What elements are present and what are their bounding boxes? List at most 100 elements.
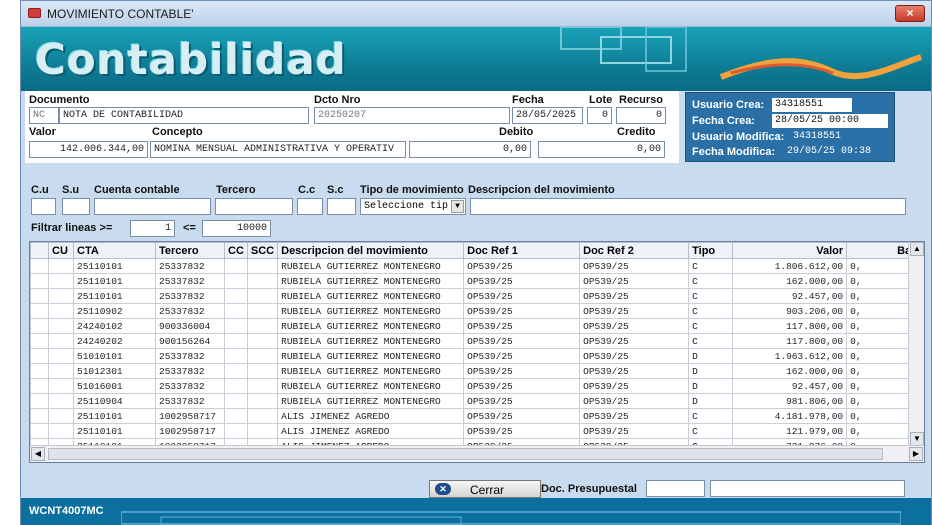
sc-filter-input[interactable]	[327, 198, 356, 215]
cell-cta[interactable]: 24240202	[73, 333, 156, 349]
cell-tipo[interactable]: C	[688, 258, 734, 274]
cc-filter-input[interactable]	[297, 198, 323, 215]
table-row[interactable]: 25110101 25337832 RUBIELA GUTIERREZ MONTEN…	[30, 288, 916, 304]
cell-tercero[interactable]: 25337832	[155, 393, 225, 409]
doc-presupuestal-input[interactable]	[710, 480, 905, 497]
cell-tercero[interactable]: 25337832	[155, 288, 225, 304]
table-row[interactable]: 51012301 25337832 RUBIELA GUTIERREZ MONTEN…	[30, 363, 916, 379]
scroll-right-icon[interactable]: ▶	[909, 447, 923, 461]
cell-valor[interactable]: 903.206,00	[732, 303, 848, 319]
filtrar-hasta-input[interactable]: 10000	[202, 220, 271, 237]
cell-tercero[interactable]: 1002958717	[155, 423, 225, 439]
row-selector-cell[interactable]	[30, 258, 49, 274]
cell-cta[interactable]: 25110101	[73, 273, 156, 289]
cell-tipo[interactable]: C	[688, 288, 734, 304]
cell-descripcion[interactable]: RUBIELA GUTIERREZ MONTENEGRO	[277, 288, 465, 304]
cuenta-filter-input[interactable]	[94, 198, 211, 215]
filtrar-desde-input[interactable]: 1	[130, 220, 175, 237]
cell-scc[interactable]	[246, 273, 279, 289]
scroll-up-icon[interactable]: ▲	[910, 242, 924, 256]
cell-ba[interactable]: 0,	[846, 423, 916, 439]
cell-scc[interactable]	[246, 318, 279, 334]
cell-tipo[interactable]: C	[688, 333, 734, 349]
title-bar[interactable]: MOVIMIENTO CONTABLE' ×	[21, 1, 931, 27]
cell-scc[interactable]	[246, 333, 279, 349]
cell-tercero[interactable]: 900156264	[155, 333, 225, 349]
cell-scc[interactable]	[246, 393, 279, 409]
cell-cu[interactable]	[48, 423, 74, 439]
tercero-filter-input[interactable]	[215, 198, 293, 215]
cell-cta[interactable]: 51016001	[73, 378, 156, 394]
cell-descripcion[interactable]: RUBIELA GUTIERREZ MONTENEGRO	[277, 318, 465, 334]
cell-doc-ref-2[interactable]: OP539/25	[579, 378, 690, 394]
cell-doc-ref-1[interactable]: OP539/25	[463, 318, 581, 334]
movements-grid[interactable]: CU CTA Tercero CC SCC Descripcion del mo…	[29, 241, 925, 463]
cell-cu[interactable]	[48, 258, 74, 274]
cell-doc-ref-1[interactable]: OP539/25	[463, 273, 581, 289]
cell-cu[interactable]	[48, 273, 74, 289]
table-row[interactable]: 25110904 25337832 RUBIELA GUTIERREZ MONTEN…	[30, 393, 916, 409]
cell-doc-ref-1[interactable]: OP539/25	[463, 393, 581, 409]
col-header-descripcion[interactable]: Descripcion del movimiento	[277, 242, 465, 259]
cell-cc[interactable]	[224, 363, 248, 379]
cell-cc[interactable]	[224, 273, 248, 289]
cell-descripcion[interactable]: RUBIELA GUTIERREZ MONTENEGRO	[277, 258, 465, 274]
cell-descripcion[interactable]: ALIS JIMENEZ AGREDO	[277, 408, 465, 424]
cell-doc-ref-1[interactable]: OP539/25	[463, 348, 581, 364]
cell-cc[interactable]	[224, 258, 248, 274]
cell-cu[interactable]	[48, 348, 74, 364]
debito-field[interactable]: 0,00	[409, 141, 531, 158]
col-header-selector[interactable]	[30, 242, 49, 259]
cell-tipo[interactable]: C	[688, 303, 734, 319]
cell-ba[interactable]: 0,	[846, 258, 916, 274]
cell-tercero[interactable]: 900336004	[155, 318, 225, 334]
cell-valor[interactable]: 92.457,00	[732, 378, 848, 394]
cell-tipo[interactable]: D	[688, 393, 734, 409]
col-header-valor[interactable]: Valor	[732, 242, 848, 259]
horizontal-scroll-thumb[interactable]	[48, 448, 883, 460]
col-header-doc-ref-2[interactable]: Doc Ref 2	[579, 242, 690, 259]
cell-descripcion[interactable]: RUBIELA GUTIERREZ MONTENEGRO	[277, 393, 465, 409]
cell-scc[interactable]	[246, 258, 279, 274]
cell-valor[interactable]: 121.979,00	[732, 423, 848, 439]
table-row[interactable]: 51016001 25337832 RUBIELA GUTIERREZ MONTEN…	[30, 378, 916, 394]
cell-tipo[interactable]: C	[688, 423, 734, 439]
row-selector-cell[interactable]	[30, 318, 49, 334]
vertical-scrollbar[interactable]: ▲ ▼	[908, 242, 924, 446]
table-row[interactable]: 25110902 25337832 RUBIELA GUTIERREZ MONTEN…	[30, 303, 916, 319]
concepto-field[interactable]: NOMINA MENSUAL ADMINISTRATIVA Y OPERATIV	[150, 141, 406, 158]
cell-cta[interactable]: 25110904	[73, 393, 156, 409]
cell-tercero[interactable]: 25337832	[155, 303, 225, 319]
table-row[interactable]: 24240202 900156264 RUBIELA GUTIERREZ MONTE…	[30, 333, 916, 349]
cell-doc-ref-2[interactable]: OP539/25	[579, 408, 690, 424]
col-header-tercero[interactable]: Tercero	[155, 242, 225, 259]
cell-cc[interactable]	[224, 333, 248, 349]
cell-doc-ref-2[interactable]: OP539/25	[579, 318, 690, 334]
cell-descripcion[interactable]: ALIS JIMENEZ AGREDO	[277, 423, 465, 439]
cell-cu[interactable]	[48, 408, 74, 424]
cell-doc-ref-2[interactable]: OP539/25	[579, 258, 690, 274]
cell-cu[interactable]	[48, 378, 74, 394]
table-row[interactable]: 251101011002958717ALIS JIMENEZ AGREDOOP5…	[30, 423, 916, 439]
cell-valor[interactable]: 117.800,00	[732, 333, 848, 349]
descripcion-filter-input[interactable]	[470, 198, 906, 215]
scroll-down-icon[interactable]: ▼	[910, 432, 924, 446]
lote-field[interactable]: 0	[587, 107, 612, 124]
cell-valor[interactable]: 1.963.612,00	[732, 348, 848, 364]
close-button[interactable]: ×	[895, 5, 925, 22]
table-row[interactable]: 24240102 900336004 RUBIELA GUTIERREZ MONTE…	[30, 318, 916, 334]
cell-valor[interactable]: 117.800,00	[732, 318, 848, 334]
cell-tipo[interactable]: D	[688, 378, 734, 394]
cell-doc-ref-2[interactable]: OP539/25	[579, 333, 690, 349]
cell-ba[interactable]: 0,	[846, 378, 916, 394]
scroll-left-icon[interactable]: ◀	[31, 447, 45, 461]
cell-cta[interactable]: 51010101	[73, 348, 156, 364]
col-header-cta[interactable]: CTA	[73, 242, 156, 259]
recurso-field[interactable]: 0	[616, 107, 666, 124]
table-row[interactable]: 25110101 25337832 RUBIELA GUTIERREZ MONTEN…	[30, 258, 916, 274]
cell-cta[interactable]: 25110902	[73, 303, 156, 319]
row-selector-cell[interactable]	[30, 363, 49, 379]
cell-doc-ref-1[interactable]: OP539/25	[463, 363, 581, 379]
cell-doc-ref-2[interactable]: OP539/25	[579, 348, 690, 364]
su-filter-input[interactable]	[62, 198, 90, 215]
